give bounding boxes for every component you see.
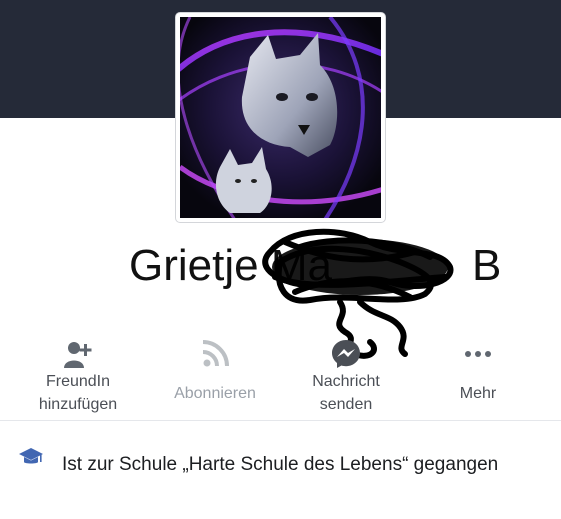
subscribe-label: Abonnieren [174, 385, 256, 402]
add-friend-icon [64, 342, 92, 368]
more-dots-icon [465, 351, 491, 357]
education-text: Ist zur Schule „Harte Schule des Lebens“… [62, 454, 499, 475]
send-message-label-line1: Nachricht [312, 373, 380, 390]
add-friend-label-line1: FreundIn [45, 373, 111, 390]
wolf-avatar-image [180, 17, 381, 218]
send-message-button[interactable]: Nachricht senden [286, 330, 406, 420]
profile-picture[interactable] [180, 17, 381, 218]
graduation-cap-icon [19, 448, 43, 464]
section-divider [0, 420, 561, 421]
subscribe-button[interactable]: Abonnieren [155, 330, 275, 420]
send-message-label-line2: senden [319, 396, 373, 413]
add-friend-label-line2: hinzufügen [38, 396, 118, 413]
rss-icon [202, 340, 229, 367]
more-button[interactable]: Mehr [418, 330, 538, 420]
profile-actions: FreundIn hinzufügen Abonnieren Nachricht… [0, 330, 561, 420]
messenger-icon [332, 340, 360, 368]
profile-picture-frame[interactable] [176, 13, 385, 222]
more-label: Mehr [459, 385, 497, 402]
add-friend-button[interactable]: FreundIn hinzufügen [18, 330, 138, 420]
